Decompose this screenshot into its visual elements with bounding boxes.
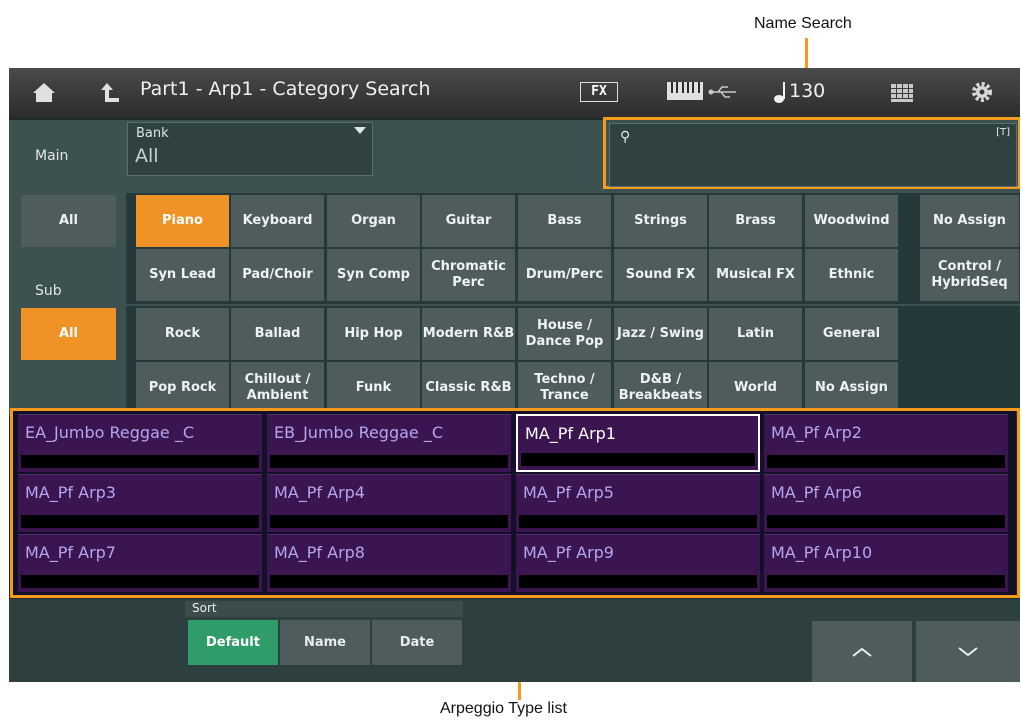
- main-all-button[interactable]: All: [21, 195, 116, 247]
- sub-category-jazz-swing[interactable]: Jazz / Swing: [614, 308, 707, 360]
- main-category-drum-perc[interactable]: Drum/Perc: [518, 249, 611, 301]
- sub-category-modern-r-b[interactable]: Modern R&B: [422, 308, 515, 360]
- page-down-button[interactable]: [916, 621, 1020, 682]
- main-category-strings[interactable]: Strings: [614, 195, 707, 247]
- main-category-woodwind[interactable]: Woodwind: [805, 195, 898, 247]
- main-category-ethnic[interactable]: Ethnic: [805, 249, 898, 301]
- page-up-button[interactable]: [812, 621, 912, 682]
- home-icon[interactable]: [31, 81, 57, 108]
- tempo-value[interactable]: 130: [789, 80, 825, 102]
- grid-icon[interactable]: [891, 84, 913, 106]
- callout-type-list: Arpeggio Type list: [440, 700, 567, 717]
- synth-screen: Part1 - Arp1 - Category Search FX 130 Ma…: [9, 68, 1020, 682]
- page-title: Part1 - Arp1 - Category Search: [140, 78, 431, 100]
- sort-date-button[interactable]: Date: [372, 620, 462, 665]
- sub-category-techno-trance[interactable]: Techno / Trance: [518, 362, 611, 414]
- sub-category-d-b-breakbeats[interactable]: D&B / Breakbeats: [614, 362, 707, 414]
- main-category-brass[interactable]: Brass: [709, 195, 802, 247]
- main-category-bass[interactable]: Bass: [518, 195, 611, 247]
- main-control-hybridseq-button[interactable]: Control / HybridSeq: [920, 249, 1019, 301]
- sub-category-pop-rock[interactable]: Pop Rock: [136, 362, 229, 414]
- main-category-sound-fx[interactable]: Sound FX: [614, 249, 707, 301]
- main-category-organ[interactable]: Organ: [327, 195, 420, 247]
- sub-category-chillout-ambient[interactable]: Chillout / Ambient: [231, 362, 324, 414]
- main-category-keyboard[interactable]: Keyboard: [231, 195, 324, 247]
- sort-header: [185, 601, 463, 617]
- sub-category-world[interactable]: World: [709, 362, 802, 414]
- sort-default-button[interactable]: Default: [188, 620, 278, 665]
- main-category-syn-lead[interactable]: Syn Lead: [136, 249, 229, 301]
- sub-category-funk[interactable]: Funk: [327, 362, 420, 414]
- chevron-up-icon: [852, 647, 872, 657]
- bank-select[interactable]: Bank All: [127, 122, 373, 176]
- main-category-chromatic-perc[interactable]: Chromatic Perc: [422, 249, 515, 301]
- sub-category-ballad[interactable]: Ballad: [231, 308, 324, 360]
- main-label: Main: [35, 148, 69, 164]
- text-input-indicator: [T]: [996, 127, 1010, 138]
- main-category-syn-comp[interactable]: Syn Comp: [327, 249, 420, 301]
- back-arrow-icon[interactable]: [99, 80, 121, 109]
- sub-category-house-dance-pop[interactable]: House / Dance Pop: [518, 308, 611, 360]
- sub-category-hip-hop[interactable]: Hip Hop: [327, 308, 420, 360]
- main-category-musical-fx[interactable]: Musical FX: [709, 249, 802, 301]
- main-no-assign-button[interactable]: No Assign: [920, 195, 1019, 247]
- callout-name-search: Name Search: [754, 15, 852, 32]
- keyboard-icon: [667, 82, 703, 104]
- type-list-highlight: [10, 408, 1020, 598]
- sub-category-latin[interactable]: Latin: [709, 308, 802, 360]
- bank-value: All: [135, 145, 159, 167]
- top-bar: Part1 - Arp1 - Category Search FX 130: [9, 68, 1020, 118]
- sub-all-button[interactable]: All: [21, 308, 116, 360]
- chevron-down-icon: [958, 646, 978, 656]
- main-category-pad-choir[interactable]: Pad/Choir: [231, 249, 324, 301]
- sub-category-classic-r-b[interactable]: Classic R&B: [422, 362, 515, 414]
- sub-category-general[interactable]: General: [805, 308, 898, 360]
- main-category-guitar[interactable]: Guitar: [422, 195, 515, 247]
- sub-label: Sub: [35, 283, 62, 299]
- main-category-piano[interactable]: Piano: [136, 195, 229, 247]
- sort-caption: Sort: [192, 601, 217, 615]
- search-icon: ⚲: [620, 129, 631, 145]
- usb-icon: [708, 84, 738, 104]
- name-search-field[interactable]: ⚲ [T]: [609, 123, 1017, 187]
- quarter-note-icon: [773, 80, 787, 108]
- sort-name-button[interactable]: Name: [280, 620, 370, 665]
- sub-category-rock[interactable]: Rock: [136, 308, 229, 360]
- bank-caption: Bank: [136, 126, 169, 141]
- dropdown-arrow-icon: [354, 127, 366, 134]
- gear-icon[interactable]: [970, 80, 994, 108]
- sub-category-no-assign[interactable]: No Assign: [805, 362, 898, 414]
- fx-indicator[interactable]: FX: [580, 82, 618, 102]
